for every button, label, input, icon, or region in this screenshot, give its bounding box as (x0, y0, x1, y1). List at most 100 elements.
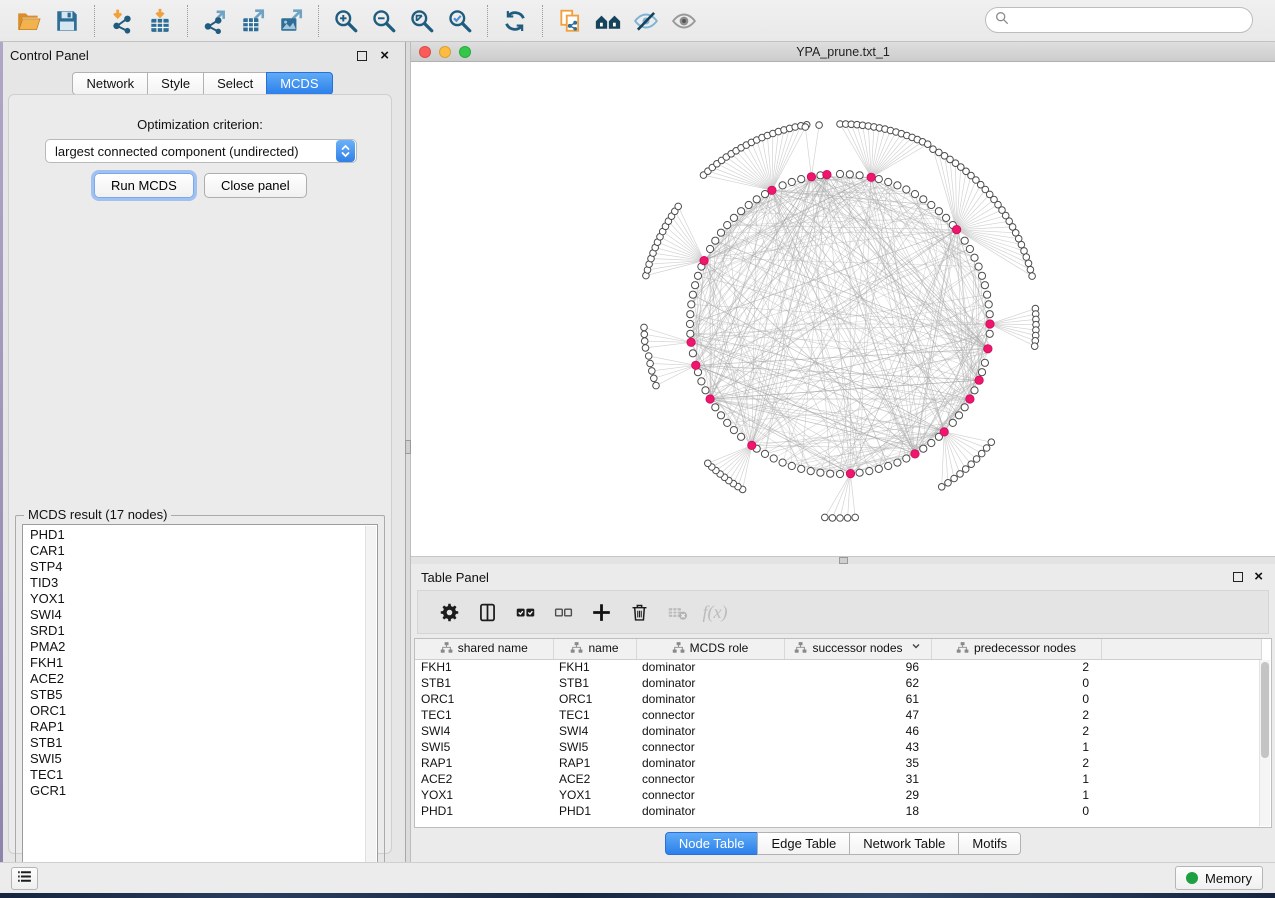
table-cell[interactable]: 61 (784, 691, 931, 707)
table-cell[interactable]: connector (636, 787, 784, 803)
export-table-button[interactable] (238, 6, 268, 36)
table-row[interactable]: PHD1PHD1dominator180 (415, 803, 1261, 819)
table-cell[interactable]: 31 (784, 771, 931, 787)
table-cell[interactable]: connector (636, 771, 784, 787)
table-settings-button[interactable] (434, 597, 464, 627)
table-cell[interactable]: YOX1 (415, 787, 553, 803)
table-cell[interactable]: FKH1 (415, 659, 553, 675)
table-cell[interactable]: SWI4 (415, 723, 553, 739)
mcds-result-item[interactable]: YOX1 (30, 591, 377, 607)
table-cell[interactable] (1101, 675, 1261, 691)
table-scrollbar-thumb[interactable] (1261, 662, 1269, 758)
table-cell[interactable]: 2 (931, 723, 1101, 739)
network-graph[interactable] (411, 62, 1275, 556)
table-cell[interactable]: 0 (931, 691, 1101, 707)
table-cell[interactable]: 43 (784, 739, 931, 755)
table-float-icon[interactable] (1233, 572, 1243, 582)
table-cell[interactable]: dominator (636, 803, 784, 819)
table-cell[interactable] (1101, 691, 1261, 707)
float-panel-icon[interactable] (357, 51, 367, 61)
close-panel-button[interactable]: Close panel (204, 173, 307, 198)
mcds-result-item[interactable]: TID3 (30, 575, 377, 591)
mcds-result-item[interactable]: ACE2 (30, 671, 377, 687)
table-cell[interactable]: TEC1 (415, 707, 553, 723)
table-cell[interactable]: 18 (784, 803, 931, 819)
table-cell[interactable]: 1 (931, 771, 1101, 787)
import-table-button[interactable] (145, 6, 175, 36)
table-cell[interactable]: 0 (931, 803, 1101, 819)
task-history-button[interactable] (11, 867, 38, 890)
search-box[interactable] (985, 7, 1253, 33)
tab-mcds[interactable]: MCDS (266, 72, 332, 95)
criterion-dropdown[interactable]: largest connected component (undirected) (45, 139, 357, 163)
network-canvas[interactable] (411, 62, 1275, 556)
table-cell[interactable] (1101, 787, 1261, 803)
mcds-result-item[interactable]: SWI5 (30, 751, 377, 767)
zoom-selected-button[interactable] (445, 6, 475, 36)
select-all-button[interactable] (510, 597, 540, 627)
tab-network-table[interactable]: Network Table (849, 832, 959, 855)
zoom-out-button[interactable] (369, 6, 399, 36)
table-cell[interactable] (1101, 723, 1261, 739)
column-header-shared-name[interactable]: shared name (415, 639, 553, 659)
table-cell[interactable]: 2 (931, 707, 1101, 723)
mcds-result-item[interactable]: PMA2 (30, 639, 377, 655)
search-input[interactable] (1015, 12, 1243, 29)
table-row[interactable]: ORC1ORC1dominator610 (415, 691, 1261, 707)
table-cell[interactable] (1101, 739, 1261, 755)
zoom-in-button[interactable] (331, 6, 361, 36)
table-cell[interactable]: dominator (636, 675, 784, 691)
table-cell[interactable]: 35 (784, 755, 931, 771)
table-cell[interactable] (1101, 771, 1261, 787)
table-cell[interactable]: 2 (931, 755, 1101, 771)
mcds-result-item[interactable]: STB5 (30, 687, 377, 703)
network-window-titlebar[interactable]: YPA_prune.txt_1 (411, 42, 1275, 62)
table-cell[interactable]: 29 (784, 787, 931, 803)
column-header-successor-nodes[interactable]: successor nodes (784, 639, 931, 659)
table-cell[interactable]: PHD1 (553, 803, 636, 819)
table-row[interactable]: RAP1RAP1dominator352 (415, 755, 1261, 771)
table-cell[interactable]: RAP1 (553, 755, 636, 771)
mcds-result-item[interactable]: RAP1 (30, 719, 377, 735)
table-cell[interactable]: 96 (784, 659, 931, 675)
export-image-button[interactable] (276, 6, 306, 36)
table-cell[interactable]: 47 (784, 707, 931, 723)
save-session-button[interactable] (52, 6, 82, 36)
table-cell[interactable]: 0 (931, 675, 1101, 691)
table-cell[interactable] (1101, 755, 1261, 771)
table-cell[interactable]: ACE2 (415, 771, 553, 787)
table-row[interactable]: SWI5SWI5connector431 (415, 739, 1261, 755)
tab-network[interactable]: Network (72, 72, 148, 95)
mcds-result-item[interactable]: CAR1 (30, 543, 377, 559)
import-network-button[interactable] (107, 6, 137, 36)
table-cell[interactable]: ORC1 (553, 691, 636, 707)
deselect-all-button[interactable] (548, 597, 578, 627)
duplicate-network-button[interactable] (555, 6, 585, 36)
column-header-name[interactable]: name (553, 639, 636, 659)
mcds-list-scrollbar[interactable] (365, 526, 376, 872)
table-cell[interactable]: SWI4 (553, 723, 636, 739)
table-cell[interactable]: dominator (636, 691, 784, 707)
first-neighbors-button[interactable] (593, 6, 623, 36)
horizontal-splitter-handle[interactable] (839, 557, 848, 564)
show-columns-button[interactable] (472, 597, 502, 627)
add-column-button[interactable] (586, 597, 616, 627)
mcds-result-item[interactable]: GCR1 (30, 783, 377, 799)
table-cell[interactable]: 2 (931, 659, 1101, 675)
table-row[interactable]: TEC1TEC1connector472 (415, 707, 1261, 723)
tab-select[interactable]: Select (203, 72, 267, 95)
tab-style[interactable]: Style (147, 72, 204, 95)
column-header-predecessor-nodes[interactable]: predecessor nodes (931, 639, 1101, 659)
mcds-result-item[interactable]: SWI4 (30, 607, 377, 623)
table-cell[interactable] (1101, 659, 1261, 675)
table-cell[interactable]: STB1 (553, 675, 636, 691)
memory-button[interactable]: Memory (1175, 866, 1263, 890)
table-cell[interactable] (1101, 803, 1261, 819)
table-cell[interactable]: TEC1 (553, 707, 636, 723)
table-row[interactable]: FKH1FKH1dominator962 (415, 659, 1261, 675)
table-cell[interactable]: RAP1 (415, 755, 553, 771)
table-row[interactable]: STB1STB1dominator620 (415, 675, 1261, 691)
table-cell[interactable]: 46 (784, 723, 931, 739)
hide-selected-button[interactable] (631, 6, 661, 36)
close-panel-icon[interactable]: × (380, 51, 389, 61)
